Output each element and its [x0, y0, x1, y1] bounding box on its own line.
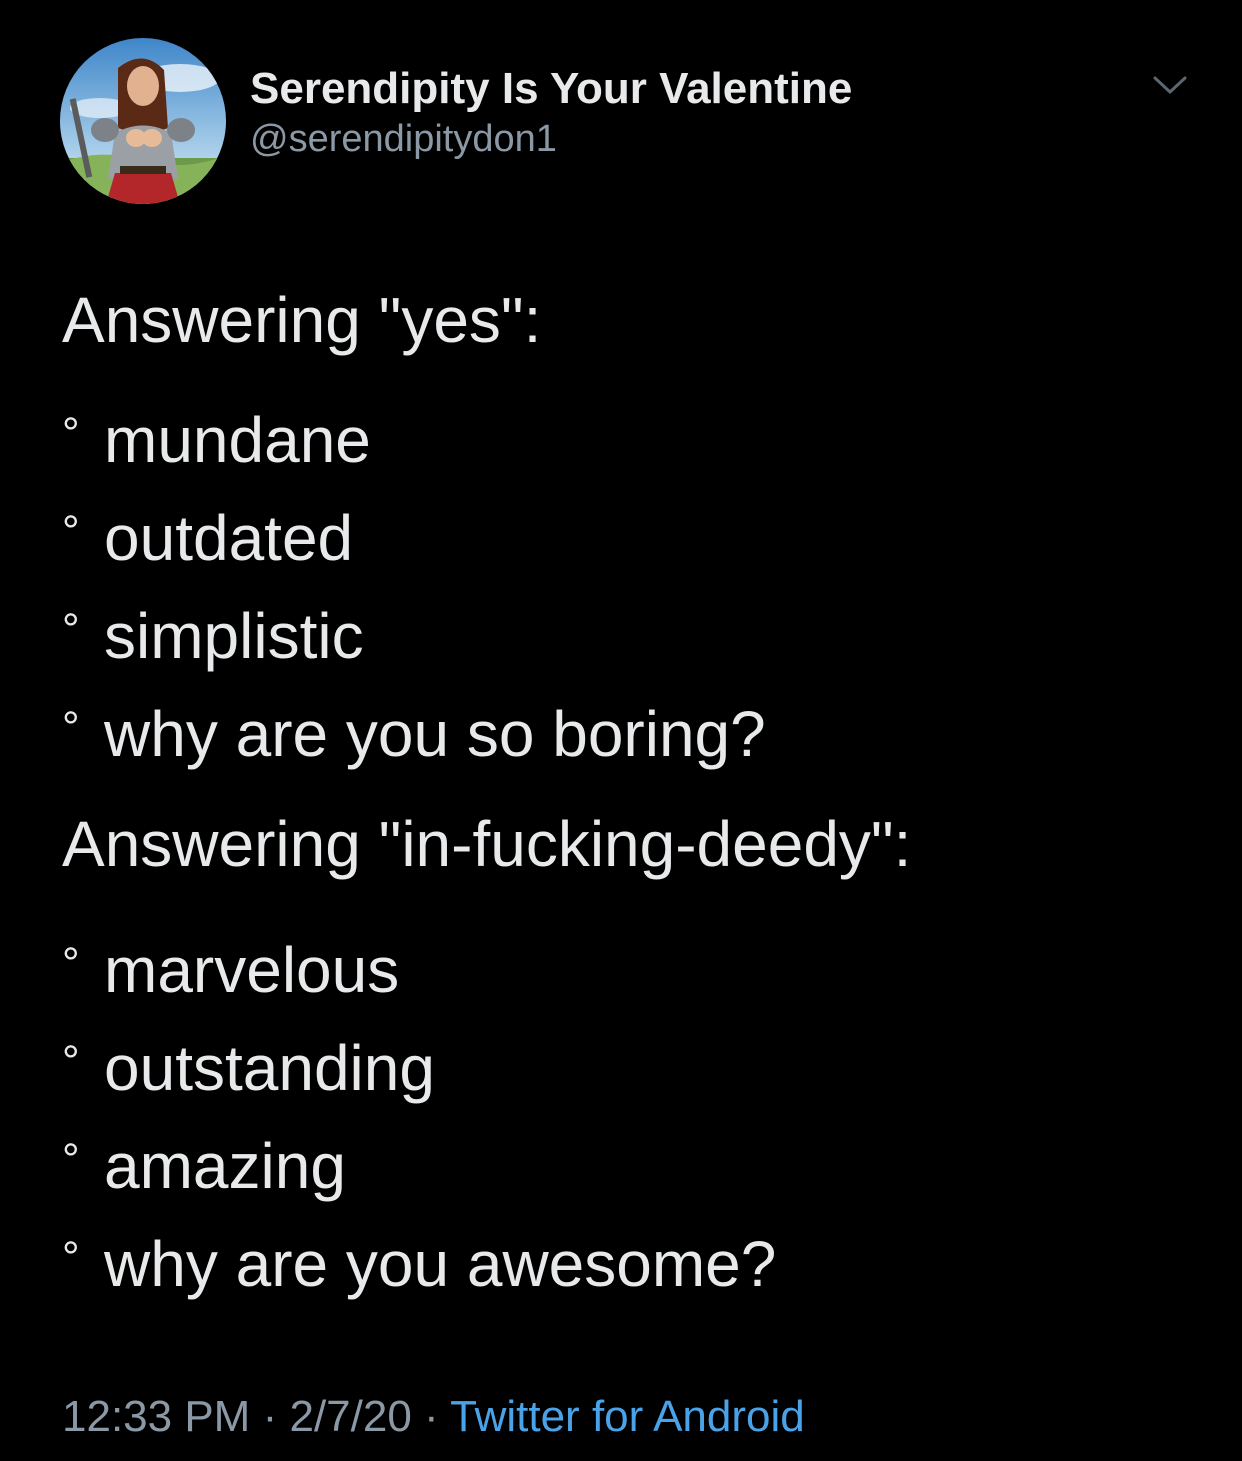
bullet-icon: °	[62, 605, 80, 654]
chevron-down-icon[interactable]	[1150, 70, 1190, 100]
bullet-icon: °	[62, 1233, 80, 1282]
list-item-text: marvelous	[104, 934, 400, 1006]
bullet-icon: °	[62, 703, 80, 752]
section-heading-deedy: Answering "in-fucking-deedy":	[62, 808, 912, 880]
tweet-time[interactable]: 12:33 PM	[62, 1392, 250, 1441]
list-item-text: outdated	[104, 502, 354, 574]
display-name[interactable]: Serendipity Is Your Valentine	[250, 62, 852, 116]
list-item-text: why are you so boring?	[104, 698, 766, 770]
tweet-meta: 12:33 PM · 2/7/20 · Twitter for Android	[62, 1390, 805, 1444]
tweet-source-link[interactable]: Twitter for Android	[450, 1392, 805, 1441]
list-item-text: simplistic	[104, 600, 364, 672]
list-item: ° amazing	[62, 1123, 1202, 1221]
list-item: ° outdated	[62, 495, 1202, 593]
list-item: ° why are you awesome?	[62, 1221, 1202, 1319]
list-item: ° mundane	[62, 397, 1202, 495]
list-item-text: amazing	[104, 1130, 346, 1202]
user-block[interactable]: Serendipity Is Your Valentine @serendipi…	[250, 62, 852, 162]
tweet-date[interactable]: 2/7/20	[289, 1392, 411, 1441]
tweet-text: Answering "yes": ° mundane ° outdated ° sim…	[62, 283, 1202, 1319]
avatar-illustration-icon	[60, 38, 226, 204]
meta-separator: ·	[262, 1392, 278, 1441]
bullet-icon: °	[62, 1135, 80, 1184]
avatar[interactable]	[60, 38, 226, 204]
list-item-text: outstanding	[104, 1032, 435, 1104]
list-item: ° simplistic	[62, 593, 1202, 691]
bullet-icon: °	[62, 1037, 80, 1086]
section-heading-yes: Answering "yes":	[62, 284, 542, 356]
list-item: ° why are you so boring?	[62, 691, 1202, 789]
list-item: ° marvelous	[62, 927, 1202, 1025]
user-handle[interactable]: @serendipitydon1	[250, 116, 852, 162]
list-item: ° outstanding	[62, 1025, 1202, 1123]
bullet-icon: °	[62, 507, 80, 556]
bullet-icon: °	[62, 409, 80, 458]
tweet: Serendipity Is Your Valentine @serendipi…	[0, 0, 1242, 1461]
list-item-text: why are you awesome?	[104, 1228, 777, 1300]
list-item-text: mundane	[104, 404, 371, 476]
meta-separator: ·	[424, 1392, 439, 1441]
bullet-icon: °	[62, 939, 80, 988]
